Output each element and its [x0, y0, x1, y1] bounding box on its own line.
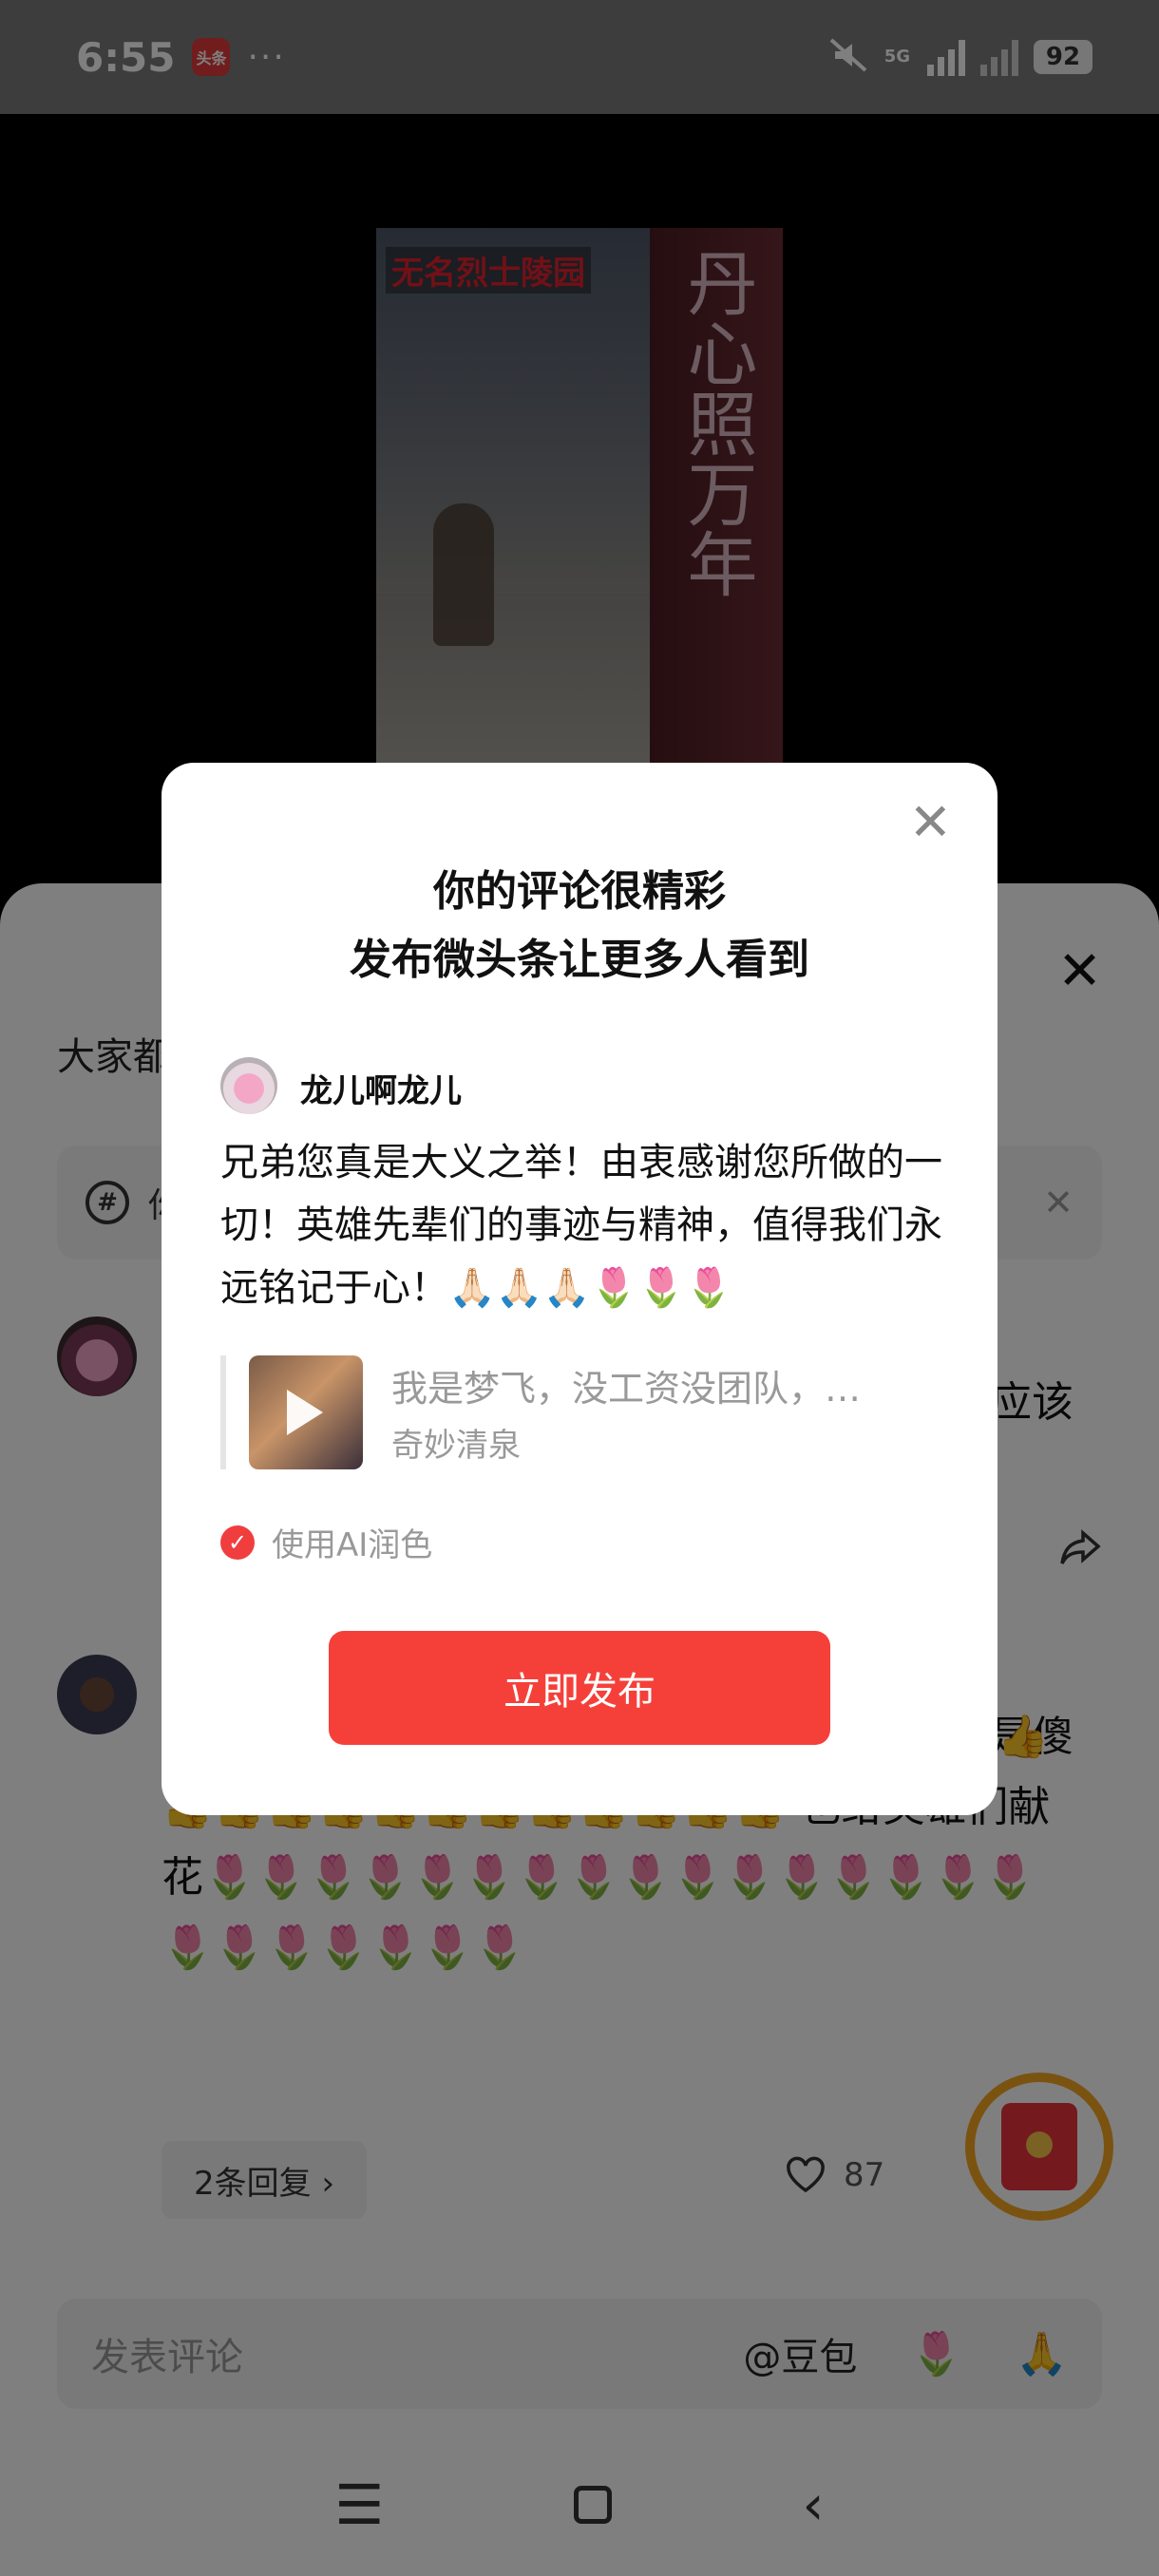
publish-button[interactable]: 立即发布	[329, 1631, 830, 1745]
dialog-title-line2: 发布微头条让更多人看到	[350, 936, 809, 984]
quoted-article: 我是梦飞，没工资没团队，… 奇妙清泉	[220, 1355, 940, 1469]
user-avatar	[220, 1057, 277, 1114]
close-dialog-icon[interactable]: ✕	[909, 797, 952, 848]
quoted-author: 奇妙清泉	[391, 1427, 521, 1465]
quoted-title: 我是梦飞，没工资没团队，…	[391, 1368, 862, 1410]
dialog-title: 你的评论很精彩 发布微头条让更多人看到	[162, 858, 998, 994]
username: 龙儿啊龙儿	[300, 1072, 462, 1110]
ai-polish-label: 使用AI润色	[272, 1526, 433, 1564]
checkmark-icon[interactable]: ✓	[220, 1525, 255, 1560]
publish-dialog: ✕ 你的评论很精彩 发布微头条让更多人看到 龙儿啊龙儿 兄弟您真是大义之举！由衷…	[162, 763, 998, 1815]
dialog-title-line1: 你的评论很精彩	[433, 867, 726, 916]
ai-polish-option[interactable]: ✓ 使用AI润色	[220, 1519, 432, 1565]
comment-preview: 兄弟您真是大义之举！由衷感谢您所做的一切！英雄先辈们的事迹与精神，值得我们永远铭…	[220, 1141, 942, 1310]
quoted-article-text: 我是梦飞，没工资没团队，… 奇妙清泉	[391, 1359, 861, 1466]
video-thumbnail	[249, 1355, 363, 1469]
play-icon	[287, 1390, 323, 1435]
